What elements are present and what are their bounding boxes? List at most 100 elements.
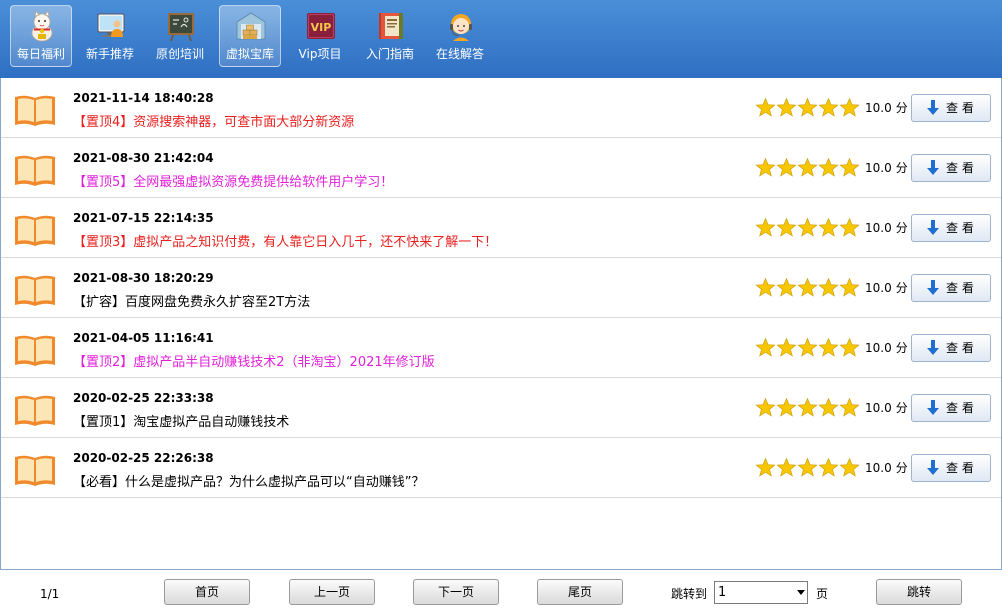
item-score: 10.0 分: [865, 101, 908, 115]
star-icon: [776, 457, 797, 477]
item-score: 10.0 分: [865, 341, 908, 355]
book-icon: [15, 95, 55, 126]
score-unit: 分: [895, 221, 908, 235]
toolbar-beginner-guide-button[interactable]: 入门指南: [359, 5, 421, 67]
book-icon: [15, 155, 55, 186]
pagination-bar: 1/1 首页 上一页 下一页 尾页 跳转到 1 页 跳转: [0, 570, 1002, 613]
star-icon: [776, 217, 797, 237]
jump-button[interactable]: 跳转: [876, 579, 962, 605]
score-unit: 分: [895, 161, 908, 175]
star-icon: [818, 217, 839, 237]
score-unit: 分: [895, 461, 908, 475]
toolbar-item-label: Vip项目: [298, 47, 342, 61]
download-arrow-icon: [927, 280, 939, 295]
star-icon: [755, 157, 776, 177]
star-icon: [839, 337, 859, 357]
view-button-label: 查 看: [946, 341, 974, 355]
list-item: 2021-07-15 22:14:35 【置顶3】虚拟产品之知识付费，有人靠它日入…: [1, 198, 1001, 258]
score-value: 10.0: [865, 161, 892, 175]
view-button[interactable]: 查 看: [911, 274, 991, 302]
view-button[interactable]: 查 看: [911, 334, 991, 362]
star-icon: [755, 217, 776, 237]
item-score: 10.0 分: [865, 401, 908, 415]
download-arrow-icon: [927, 100, 939, 115]
rating-stars: [755, 397, 859, 417]
star-icon: [797, 157, 818, 177]
next-page-button[interactable]: 下一页: [413, 579, 499, 605]
book-icon: [15, 275, 55, 306]
main-toolbar: 每日福利 新手推荐 原创培训 虚拟宝库 VIP Vip项目 入门指南 在线解答: [0, 0, 1002, 78]
support-agent-icon: [450, 14, 472, 41]
item-date: 2021-07-15 22:14:35: [73, 211, 214, 225]
star-icon: [797, 97, 818, 117]
guide-book-icon: [379, 13, 403, 39]
list-item: 2021-08-30 21:42:04 【置顶5】全网最强虚拟资源免费提供给软件用…: [1, 138, 1001, 198]
item-title[interactable]: 【扩容】百度网盘免费永久扩容至2T方法: [73, 295, 310, 311]
toolbar-item-label: 入门指南: [365, 47, 414, 61]
page-select-value: 1: [718, 585, 727, 600]
last-page-button[interactable]: 尾页: [537, 579, 623, 605]
svg-text:VIP: VIP: [311, 21, 332, 34]
toolbar-virtual-vault-button[interactable]: 虚拟宝库: [219, 5, 281, 67]
page-unit-label: 页: [816, 587, 829, 601]
star-icon: [755, 97, 776, 117]
download-arrow-icon: [927, 400, 939, 415]
view-button[interactable]: 查 看: [911, 94, 991, 122]
star-icon: [839, 397, 859, 417]
jump-to-label: 跳转到: [671, 587, 708, 601]
view-button[interactable]: 查 看: [911, 214, 991, 242]
item-title[interactable]: 【置顶3】虚拟产品之知识付费，有人靠它日入几千，还不快来了解一下！: [73, 235, 497, 251]
view-button-label: 查 看: [946, 281, 974, 295]
item-date: 2021-08-30 18:20:29: [73, 271, 214, 285]
toolbar-item-label: 原创培训: [155, 47, 204, 61]
item-title[interactable]: 【置顶1】淘宝虚拟产品自动赚钱技术: [73, 415, 289, 431]
item-title[interactable]: 【置顶2】虚拟产品半自动赚钱技术2（非淘宝）2021年修订版: [73, 355, 435, 371]
toolbar-online-answer-button[interactable]: 在线解答: [429, 5, 491, 67]
toolbar-original-training-button[interactable]: 原创培训: [149, 5, 211, 67]
toolbar-beginner-recommend-button[interactable]: 新手推荐: [79, 5, 141, 67]
item-title[interactable]: 【置顶5】全网最强虚拟资源免费提供给软件用户学习！: [73, 175, 393, 191]
toolbar-item-label: 在线解答: [435, 47, 484, 61]
star-icon: [839, 97, 859, 117]
list-item: 2021-08-30 18:20:29 【扩容】百度网盘免费永久扩容至2T方法 10…: [1, 258, 1001, 318]
download-arrow-icon: [927, 160, 939, 175]
view-button[interactable]: 查 看: [911, 394, 991, 422]
view-button[interactable]: 查 看: [911, 154, 991, 182]
score-value: 10.0: [865, 401, 892, 415]
item-date: 2021-11-14 18:40:28: [73, 91, 214, 105]
item-title[interactable]: 【置顶4】资源搜索神器，可查市面大部分新资源: [73, 115, 354, 131]
star-icon: [839, 277, 859, 297]
item-title[interactable]: 【必看】什么是虚拟产品？为什么虚拟产品可以“自动赚钱”？: [73, 475, 424, 491]
star-icon: [755, 457, 776, 477]
view-button-label: 查 看: [946, 401, 974, 415]
star-icon: [776, 277, 797, 297]
toolbar-item-label: 新手推荐: [85, 47, 134, 61]
toolbar-vip-project-button[interactable]: VIP Vip项目: [289, 5, 351, 67]
star-icon: [818, 157, 839, 177]
rating-stars: [755, 337, 859, 357]
item-date: 2021-08-30 21:42:04: [73, 151, 214, 165]
list-item: 2020-02-25 22:26:38 【必看】什么是虚拟产品？为什么虚拟产品可以…: [1, 438, 1001, 498]
star-icon: [818, 457, 839, 477]
prev-page-button[interactable]: 上一页: [289, 579, 375, 605]
star-icon: [776, 397, 797, 417]
list-item: 2020-02-25 22:33:38 【置顶1】淘宝虚拟产品自动赚钱技术 10.0…: [1, 378, 1001, 438]
view-button[interactable]: 查 看: [911, 454, 991, 482]
rating-stars: [755, 97, 859, 117]
star-icon: [755, 397, 776, 417]
page-info: 1/1: [40, 587, 60, 601]
toolbar-daily-welfare-button[interactable]: 每日福利: [10, 5, 72, 67]
item-date: 2020-02-25 22:33:38: [73, 391, 214, 405]
view-button-label: 查 看: [946, 161, 974, 175]
star-icon: [776, 157, 797, 177]
chalkboard-icon: [168, 13, 194, 42]
item-score: 10.0 分: [865, 461, 908, 475]
page-select[interactable]: 1: [714, 581, 808, 604]
item-score: 10.0 分: [865, 221, 908, 235]
first-page-button[interactable]: 首页: [164, 579, 250, 605]
view-button-label: 查 看: [946, 461, 974, 475]
item-date: 2021-04-05 11:16:41: [73, 331, 214, 345]
warehouse-icon: [236, 12, 266, 40]
star-icon: [839, 217, 859, 237]
score-unit: 分: [895, 401, 908, 415]
